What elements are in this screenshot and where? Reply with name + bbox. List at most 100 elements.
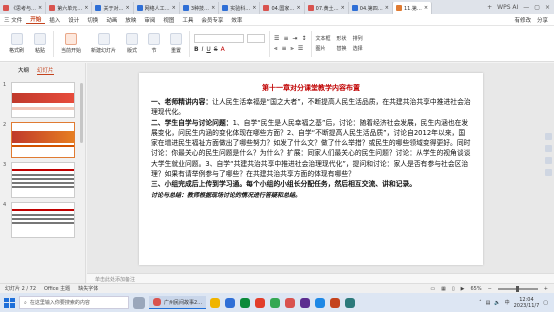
media-icon[interactable] <box>300 297 311 308</box>
close-icon[interactable]: × <box>211 5 215 11</box>
tab-slides[interactable]: 幻灯片 <box>37 66 54 75</box>
bold-button[interactable]: B <box>194 46 199 53</box>
document-tab[interactable]: 实验科… × <box>219 2 261 14</box>
close-icon[interactable]: × <box>341 5 345 11</box>
font-color-button[interactable]: A <box>221 46 225 53</box>
zoom-slider[interactable] <box>497 285 538 292</box>
document-tab[interactable]: 《思考与… × <box>0 2 47 14</box>
input-method-icon[interactable]: 中 <box>505 299 510 306</box>
slide-thumbnail-row[interactable]: 1 <box>0 82 85 118</box>
menu-item[interactable]: 工具 <box>178 16 197 24</box>
panel-scrollbar[interactable] <box>80 83 83 143</box>
menu-right-item[interactable]: 有修改 <box>514 16 531 24</box>
menu-item[interactable]: 动画 <box>102 16 121 24</box>
document-tab[interactable]: 04.国家… × <box>260 2 305 14</box>
document-tab[interactable]: 第六单元… × <box>46 2 93 14</box>
font-size-select[interactable] <box>247 34 266 43</box>
notes-pane[interactable]: 单击此处添加备注 <box>87 273 554 283</box>
section-button[interactable]: 节 <box>145 33 163 54</box>
justify-icon[interactable]: ☰ <box>298 45 303 53</box>
menu-right-item[interactable]: 分享 <box>537 16 548 24</box>
format-painter-button[interactable]: 格式刷 <box>6 33 27 54</box>
edge-browser-icon[interactable] <box>225 297 236 308</box>
wps-ai-button[interactable]: WPS AI <box>497 4 518 11</box>
network-icon[interactable]: ▤ <box>486 300 491 306</box>
wps-icon[interactable] <box>285 297 296 308</box>
zoom-out-button[interactable]: − <box>488 286 492 292</box>
wechat-icon[interactable] <box>240 297 251 308</box>
file-explorer-icon[interactable] <box>210 297 221 308</box>
maximize-icon[interactable]: ▢ <box>534 4 540 11</box>
font-name-select[interactable] <box>194 34 245 43</box>
close-icon[interactable]: × <box>38 5 42 11</box>
menu-item[interactable]: 放映 <box>121 16 140 24</box>
tab-outline[interactable]: 大纲 <box>18 66 29 75</box>
menu-item[interactable]: 三 文件 <box>0 16 26 24</box>
property-icon[interactable] <box>544 133 552 140</box>
menu-item[interactable]: 设计 <box>64 16 83 24</box>
windows-start-icon[interactable] <box>3 297 15 309</box>
menu-item[interactable]: 会员专享 <box>197 16 227 24</box>
zoom-level[interactable]: 65% <box>470 286 481 292</box>
underline-button[interactable]: U <box>206 46 210 53</box>
ppt-icon[interactable] <box>330 297 341 308</box>
taskbar-search-input[interactable]: ⌕ 在这里输入你要搜索的内容 <box>19 296 129 309</box>
missing-font-button[interactable]: 缺失字体 <box>78 285 98 292</box>
slide-thumbnail[interactable] <box>11 162 75 198</box>
menu-item[interactable]: 审阅 <box>140 16 159 24</box>
slide-body[interactable]: 一、老师精讲内容：让人民生活幸福是“国之大者”，不断提高人民生活品质，在共建共治… <box>151 97 471 201</box>
close-window-icon[interactable]: × <box>545 4 550 11</box>
chrome-icon[interactable] <box>255 297 266 308</box>
calendar-icon[interactable] <box>345 297 356 308</box>
transition-icon[interactable] <box>544 157 552 164</box>
document-tab[interactable]: 网络人工… × <box>134 2 180 14</box>
current-slide[interactable]: 第十一章对分课堂教学内容布置 一、老师精讲内容：让人民生活幸福是“国之大者”，不… <box>139 73 483 265</box>
indent-icon[interactable]: ⇥ <box>292 35 297 42</box>
tools-icon[interactable] <box>544 169 552 176</box>
menu-item[interactable]: 效率 <box>227 16 246 24</box>
strikethrough-button[interactable]: S <box>214 46 218 53</box>
mail-icon[interactable] <box>315 297 326 308</box>
numbering-icon[interactable]: ≡ <box>283 35 288 42</box>
reset-button[interactable]: 重置 <box>167 33 185 54</box>
document-tab[interactable]: 07.黄土… × <box>305 2 349 14</box>
slide-thumbnail-row[interactable]: 3 <box>0 162 85 198</box>
close-icon[interactable]: × <box>296 5 300 11</box>
document-tab[interactable]: 3种技… × <box>180 2 220 14</box>
italic-button[interactable]: I <box>202 46 204 53</box>
layout-button[interactable]: 版式 <box>123 33 141 54</box>
slide-thumbnail[interactable] <box>11 202 75 238</box>
slide-thumbnail-row[interactable]: 2 <box>0 122 85 158</box>
play-icon[interactable]: ▶ <box>461 286 465 292</box>
volume-icon[interactable]: 🔈 <box>494 300 500 306</box>
close-icon[interactable]: × <box>172 5 176 11</box>
zoom-in-button[interactable]: + <box>544 286 548 292</box>
align-right-icon[interactable]: ⫸ <box>290 45 293 53</box>
taskbar-app-ppt[interactable]: 广州民间故事2… <box>149 296 207 309</box>
ribbon-tool-button[interactable]: 文本框 <box>316 35 331 42</box>
ribbon-tool-button[interactable]: 形状 <box>337 35 347 42</box>
close-icon[interactable]: × <box>385 5 389 11</box>
minimize-icon[interactable]: — <box>523 4 529 11</box>
slide-thumbnail-row[interactable]: 4 <box>0 202 85 238</box>
document-tab[interactable]: 关于对… × <box>92 2 134 14</box>
bullets-icon[interactable]: ☰ <box>274 35 279 42</box>
align-left-icon[interactable]: ⫷ <box>274 45 277 53</box>
close-icon[interactable]: × <box>424 5 428 11</box>
menu-item[interactable]: 开始 <box>26 15 46 24</box>
close-icon[interactable]: × <box>252 5 256 11</box>
align-center-icon[interactable]: ≡ <box>281 45 286 53</box>
menu-item[interactable]: 插入 <box>45 16 64 24</box>
play-from-current-button[interactable]: 当前开始 <box>58 33 84 54</box>
line-spacing-icon[interactable]: ↕ <box>302 35 307 42</box>
ribbon-tool-button[interactable]: 图片 <box>316 45 331 52</box>
menu-item[interactable]: 切换 <box>83 16 102 24</box>
theme-name[interactable]: Office 主题 <box>44 285 70 292</box>
view-normal-icon[interactable]: ▭ <box>430 286 435 292</box>
view-sorter-icon[interactable]: ▦ <box>441 286 446 292</box>
ribbon-tool-button[interactable]: 选择 <box>353 45 363 52</box>
menu-item[interactable]: 视图 <box>159 16 178 24</box>
ribbon-tool-button[interactable]: 排列 <box>353 35 363 42</box>
clock[interactable]: 12:04 2023/11/7 <box>514 297 540 309</box>
paste-button[interactable]: 粘贴 <box>31 33 49 54</box>
